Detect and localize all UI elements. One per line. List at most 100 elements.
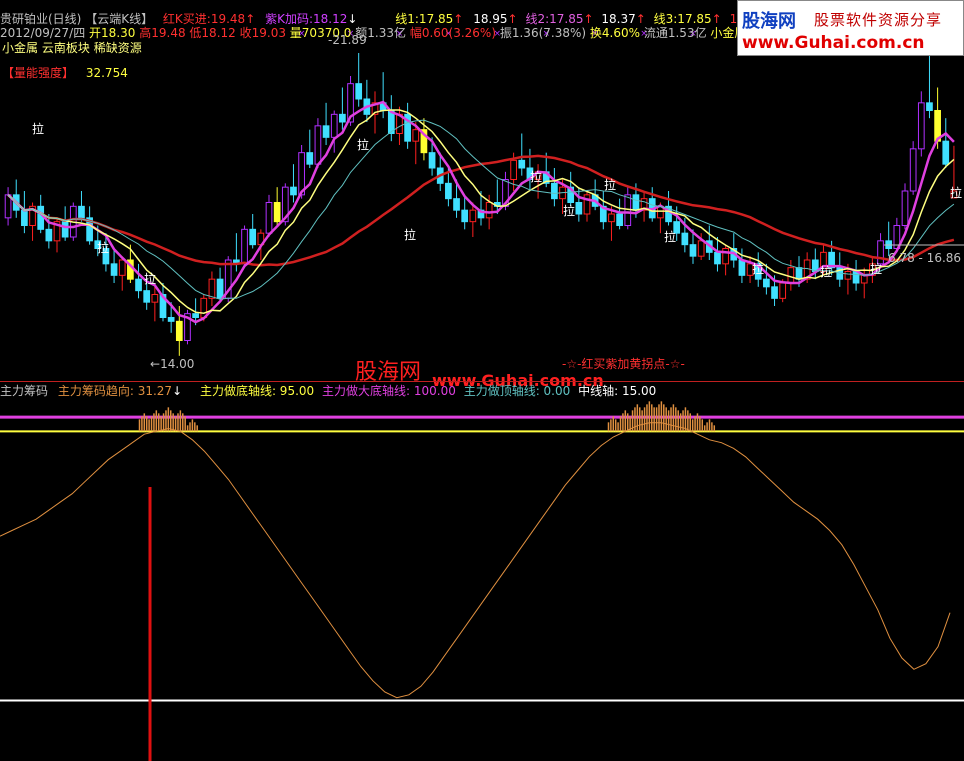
candle-body [135,278,142,292]
board-tag[interactable]: 云南板块 [42,41,90,55]
high-value: 高19.48 [139,26,186,40]
date-value: 2012/09/27/四 [0,26,86,40]
up-arrow-icon: ↑ [583,12,594,26]
candle-body [339,113,346,123]
pull-marker: 拉 [563,204,576,218]
candle-body [216,278,224,299]
bottom-axis-value: 主力做底轴线: 95.00 [199,384,315,398]
candle-body [485,202,493,219]
stock-name[interactable]: 贵研铂业(日线) [0,12,81,26]
chip-indicator-chart [0,401,964,761]
top-axis-value: 主力做顶轴线: 0.00 [463,384,571,398]
purple-k-label: 紫K加码: [265,12,313,26]
pull-marker: 拉 [950,186,963,200]
sub-header: 主力筹码 主力筹码趋向: 31.27↓ 主力做底轴线: 95.00 主力做大底轴… [0,384,656,398]
candle-body [355,83,363,100]
up-arrow-icon: ↑ [245,12,256,26]
candle-body [738,259,746,276]
line2-value: 线2:17.85 [525,12,584,26]
candle-body [844,271,852,280]
pull-marker: 拉 [357,138,370,152]
candle-body [909,148,917,192]
turnover-value: 换4.60% [589,26,641,40]
pull-marker: 拉 [870,262,883,276]
candle-body [241,228,248,265]
candle-body [632,194,640,211]
pull-marker: 拉 [97,241,110,255]
float-value: 流通1.53亿 [643,26,707,40]
panel-divider[interactable] [0,381,964,382]
candle-body [265,202,273,234]
amplitude-value: 振1.36(7.38%) [499,26,587,40]
low-price-value: 14.00 [160,357,195,371]
sub-indicator-name[interactable]: 主力筹码 [0,384,48,398]
candle-body [110,263,118,276]
site-logo[interactable]: 股海网 股票软件资源分享 www.Guhai.com.cn [737,0,964,56]
buy-point-legend: -☆-红买紫加黄拐点-☆- [562,357,685,371]
candle-body [45,228,53,242]
low-leader-icon: ← [150,357,161,371]
candle-body [118,259,126,276]
pull-marker: 拉 [752,262,765,276]
candle-body [763,278,770,288]
purple-k-value: 18.12 [313,12,348,26]
candle-body [942,140,950,165]
candle-body [461,209,469,223]
candle-body [697,240,705,257]
high-price-value: 21.89 [332,33,367,47]
pull-marker: 拉 [664,230,677,244]
candle-body [330,113,338,138]
candle-body [616,213,623,226]
strength-value: 32.754 [85,66,128,80]
low-value: 低18.12 [189,26,236,40]
candle-body [714,251,721,265]
candle-body [428,152,436,169]
candle-body [689,244,697,257]
red-k-label: 红K买进: [162,12,211,26]
range-label: 6.78 - 16.86 [888,251,962,265]
up-arrow-icon: ↑ [507,12,518,26]
candle-body [322,125,330,138]
close-value: 收19.03 [239,26,286,40]
candle-body [21,209,28,227]
pull-marker: 拉 [820,265,833,279]
up-arrow-icon: ↑ [453,12,464,26]
resource-tag[interactable]: 稀缺资源 [94,41,142,55]
line1b-value: 18.95 [473,12,508,26]
candle-body [273,202,281,223]
candle-body [722,248,729,265]
candle-body [681,232,689,246]
candle-body [175,320,183,342]
logo-slogan: 股票软件资源分享 [814,11,943,29]
mid-axis-value: 中线轴: 15.00 [578,384,657,398]
candle-body [208,278,216,299]
pull-marker: 拉 [530,170,543,184]
high-price-label: -21.89 [328,33,367,47]
indicator-tag: 【云端K线】 [85,12,154,26]
logo-name: 股海网 [742,11,796,32]
chip-trend-line [0,422,951,699]
big-bottom-axis-value: 主力做大底轴线: 100.00 [322,384,456,398]
pull-marker: 拉 [144,272,157,286]
candle-body [151,294,159,303]
up-arrow-icon: ↑ [711,12,722,26]
candle-body [192,313,199,318]
candle-body [518,159,526,169]
candle-body [917,102,925,150]
pull-marker: 拉 [604,178,617,192]
up-arrow-icon: ↑ [635,12,646,26]
change-value: 幅0.60(3.26%) [409,26,497,40]
header-row-1: 贵研铂业(日线) 【云端K线】 红K买进:19.48↑ 紫K加码:18.12↓ … [0,12,764,26]
candle-body [926,102,933,112]
candle-body [575,202,583,215]
pull-marker: 拉 [404,228,417,242]
sector-tag[interactable]: 小金属 [2,41,38,55]
candle-body [877,240,884,265]
ma-short-line [7,100,955,324]
line3-value: 线3:17.85 [653,12,712,26]
strength-row: 【量能强度】 32.754 [2,66,128,80]
candle-body [795,267,803,280]
low-price-label: ←14.00 [150,357,194,371]
open-value: 开18.30 [89,26,136,40]
candle-body [510,159,517,180]
